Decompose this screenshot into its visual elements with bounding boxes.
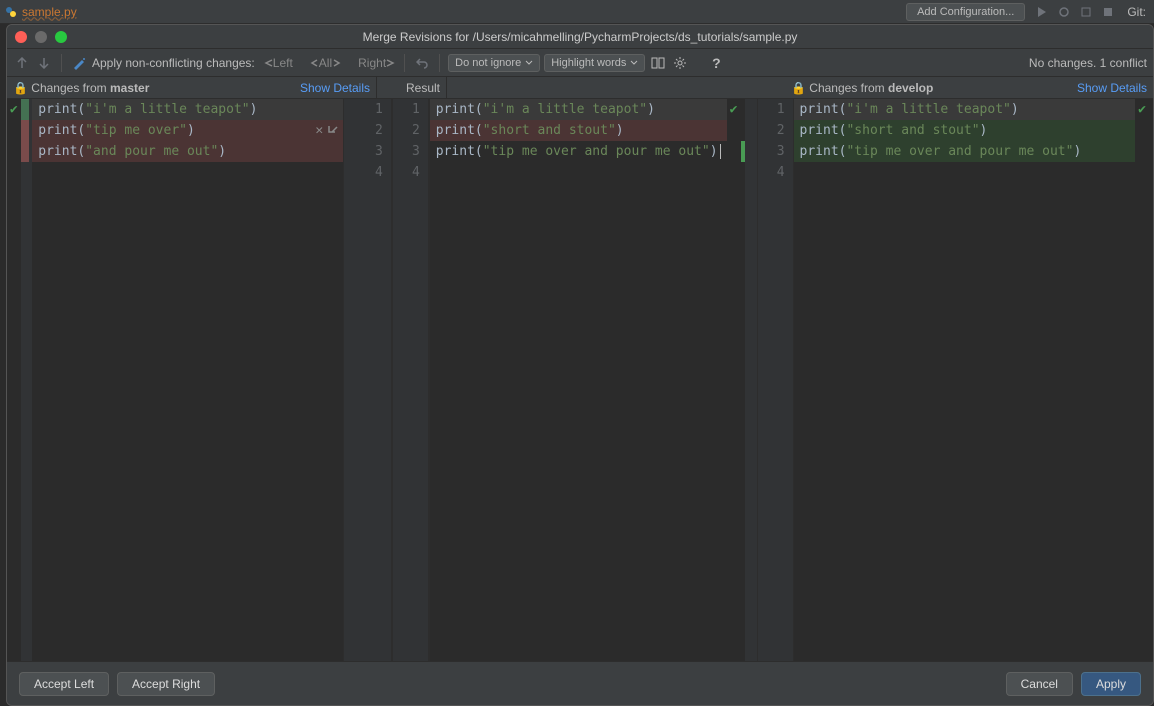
line-number: 1 bbox=[393, 99, 428, 120]
applied-check-icon: ✔ bbox=[10, 99, 18, 120]
line-number: 1 bbox=[344, 99, 391, 120]
applied-check-icon: ✔ bbox=[1138, 99, 1146, 120]
ide-top-bar: sample.py Add Configuration... Git: bbox=[0, 0, 1154, 24]
code-line[interactable]: print("tip me over") ✕ bbox=[32, 120, 343, 141]
stop-icon[interactable] bbox=[1100, 4, 1116, 20]
diff-marker bbox=[21, 99, 29, 120]
right-pane-header: 🔒 Changes from develop Show Details bbox=[783, 77, 1153, 98]
add-configuration-button[interactable]: Add Configuration... bbox=[906, 3, 1025, 21]
chevron-down-icon bbox=[630, 60, 638, 66]
center-scrollbar[interactable] bbox=[745, 99, 757, 661]
rollback-icon[interactable] bbox=[413, 54, 431, 72]
line-number: 2 bbox=[393, 120, 428, 141]
dialog-title: Merge Revisions for /Users/micahmelling/… bbox=[7, 30, 1153, 44]
prev-diff-icon[interactable] bbox=[13, 54, 31, 72]
merge-toolbar: Apply non-conflicting changes: Left All … bbox=[7, 49, 1153, 77]
show-details-left[interactable]: Show Details bbox=[300, 81, 370, 95]
apply-button[interactable]: Apply bbox=[1081, 672, 1141, 696]
highlight-combo[interactable]: Highlight words bbox=[544, 54, 645, 72]
right-code-pane[interactable]: print("i'm a little teapot")print("short… bbox=[794, 99, 1153, 661]
line-number: 2 bbox=[758, 120, 793, 141]
run-with-coverage-icon[interactable] bbox=[1078, 4, 1094, 20]
dialog-bottom-bar: Accept Left Accept Right Cancel Apply bbox=[7, 661, 1153, 705]
left-pane-header: 🔒 Changes from master Show Details bbox=[7, 77, 377, 98]
center-code-pane[interactable]: print("i'm a little teapot")print("short… bbox=[429, 99, 757, 661]
result-pane-header: Result bbox=[377, 77, 447, 98]
sync-scroll-icon[interactable] bbox=[649, 54, 667, 72]
line-number: 3 bbox=[393, 141, 428, 162]
lock-icon: 🔒 bbox=[791, 81, 806, 95]
left-gutter: 1234 bbox=[343, 99, 392, 661]
applied-check-icon: ✔ bbox=[730, 99, 738, 120]
magic-resolve-icon[interactable] bbox=[70, 54, 88, 72]
help-icon[interactable]: ? bbox=[707, 54, 725, 72]
code-line[interactable]: print("tip me over and pour me out") bbox=[430, 141, 727, 162]
file-name[interactable]: sample.py bbox=[22, 5, 77, 19]
line-number: 3 bbox=[758, 141, 793, 162]
left-marker-col bbox=[21, 99, 33, 661]
apply-right-button[interactable]: Right bbox=[358, 56, 396, 70]
diff-marker bbox=[1149, 141, 1153, 162]
code-line[interactable]: print("tip me over and pour me out") bbox=[794, 141, 1135, 162]
diff-marker bbox=[1149, 120, 1153, 141]
left-check-col: ✔ bbox=[7, 99, 21, 661]
code-line[interactable]: print("short and stout") bbox=[430, 120, 727, 141]
merge-dialog: Merge Revisions for /Users/micahmelling/… bbox=[6, 24, 1154, 706]
cancel-button[interactable]: Cancel bbox=[1006, 672, 1073, 696]
left-code-pane[interactable]: print("i'm a little teapot")print("tip m… bbox=[32, 99, 343, 661]
code-line[interactable]: print("and pour me out") bbox=[32, 141, 343, 162]
debug-icon[interactable] bbox=[1056, 4, 1072, 20]
line-number: 3 bbox=[344, 141, 391, 162]
accept-left-button[interactable]: Accept Left bbox=[19, 672, 109, 696]
ignore-combo[interactable]: Do not ignore bbox=[448, 54, 540, 72]
accept-right-button[interactable]: Accept Right bbox=[117, 672, 215, 696]
center-gutter: 1234 bbox=[392, 99, 429, 661]
chevron-down-icon bbox=[525, 60, 533, 66]
code-line[interactable]: print("short and stout") bbox=[794, 120, 1135, 141]
settings-icon[interactable] bbox=[671, 54, 689, 72]
diff-marker bbox=[21, 141, 29, 162]
next-diff-icon[interactable] bbox=[35, 54, 53, 72]
code-line[interactable]: print("i'm a little teapot") bbox=[32, 99, 343, 120]
code-line[interactable]: print("i'm a little teapot") bbox=[794, 99, 1135, 120]
apply-left-button[interactable]: Left bbox=[263, 56, 293, 70]
accept-change-icon[interactable] bbox=[327, 120, 339, 141]
lock-icon: 🔒 bbox=[13, 81, 28, 95]
git-label: Git: bbox=[1127, 5, 1146, 19]
code-line[interactable]: print("i'm a little teapot") bbox=[430, 99, 727, 120]
line-number: 1 bbox=[758, 99, 793, 120]
line-number: 4 bbox=[758, 162, 793, 183]
pane-headers: 🔒 Changes from master Show Details Resul… bbox=[7, 77, 1153, 99]
run-icon[interactable] bbox=[1034, 4, 1050, 20]
apply-nonconflict-label: Apply non-conflicting changes: bbox=[92, 56, 255, 70]
dialog-titlebar: Merge Revisions for /Users/micahmelling/… bbox=[7, 25, 1153, 49]
diff-marker bbox=[1149, 99, 1153, 120]
apply-all-button[interactable]: All bbox=[309, 56, 342, 70]
conflict-status: No changes. 1 conflict bbox=[1029, 56, 1147, 70]
python-file-icon bbox=[4, 5, 18, 19]
line-number: 4 bbox=[393, 162, 428, 183]
show-details-right[interactable]: Show Details bbox=[1077, 81, 1147, 95]
right-gutter: 1234 bbox=[757, 99, 794, 661]
line-number: 4 bbox=[344, 162, 391, 183]
reject-change-icon[interactable]: ✕ bbox=[315, 120, 323, 141]
merge-area: ✔ print("i'm a little teapot")print("tip… bbox=[7, 99, 1153, 661]
line-number: 2 bbox=[344, 120, 391, 141]
diff-marker bbox=[21, 120, 29, 141]
